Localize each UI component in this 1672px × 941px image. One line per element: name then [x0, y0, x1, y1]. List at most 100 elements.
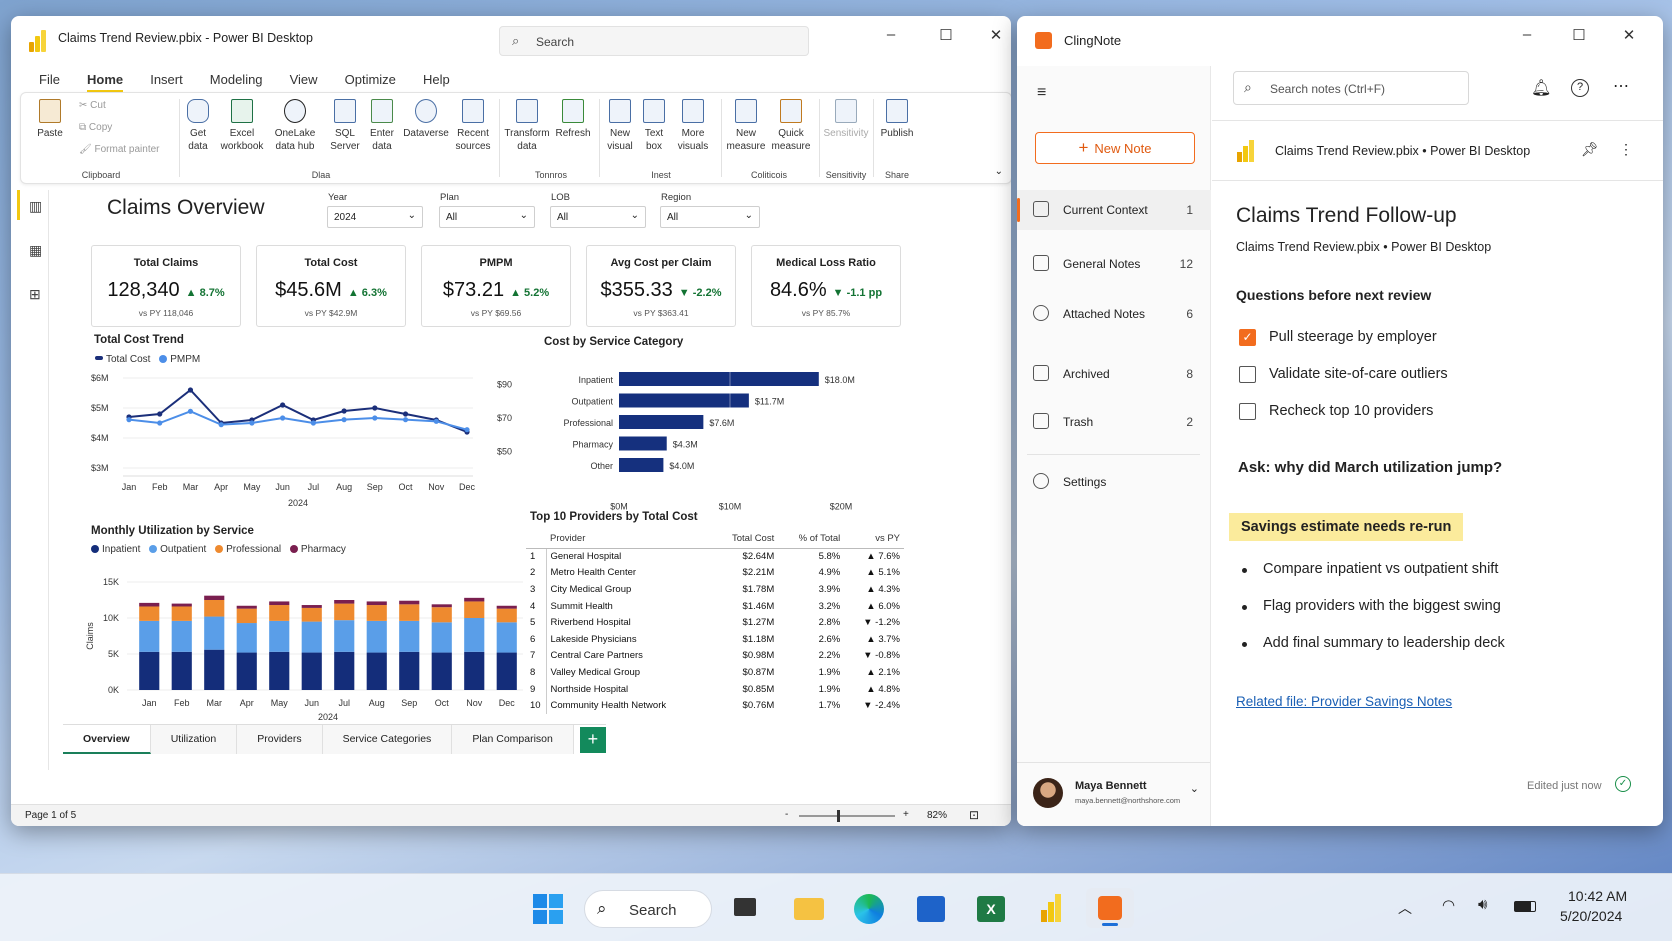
page-tab-plan-comparison[interactable]: Plan Comparison [452, 725, 574, 754]
related-file-link[interactable]: Related file: Provider Savings Notes [1236, 694, 1452, 709]
kpi-card-pmpm[interactable]: PMPM $73.21 ▲ 5.2% vs PY $69.56 [421, 245, 571, 327]
page-tab-overview[interactable]: Overview [63, 725, 151, 754]
start-button[interactable] [528, 888, 568, 928]
kpi-card-total-cost[interactable]: Total Cost $45.6M ▲ 6.3% vs PY $42.9M [256, 245, 406, 327]
file-explorer-icon[interactable] [788, 888, 828, 928]
table-row[interactable]: 4 Summit Health $1.46M 3.2% ▲ 6.0% [526, 597, 904, 615]
help-icon[interactable]: ? [1571, 79, 1589, 97]
format-painter-button[interactable]: 🖌 Format painter [79, 143, 160, 156]
nav-current-context[interactable]: Current Context 1 [1017, 190, 1211, 230]
new-note-button[interactable]: + New Note [1035, 132, 1195, 164]
zoom-slider[interactable] [799, 810, 895, 822]
edge-icon[interactable] [848, 888, 888, 928]
report-view-icon[interactable] [17, 190, 20, 220]
text-box-button[interactable]: Text box [639, 99, 669, 153]
slicer-lob[interactable]: All ⌄ [550, 206, 646, 228]
zoom-in-button[interactable]: + [903, 809, 909, 820]
more-visuals-button[interactable]: More visuals [671, 99, 715, 153]
nav-trash[interactable]: Trash 2 [1017, 402, 1211, 442]
taskbar-search[interactable]: ⌕ Search [584, 890, 712, 928]
tab-view[interactable]: View [290, 72, 318, 87]
tab-file[interactable]: File [39, 72, 60, 87]
transform-data-button[interactable]: Transform data [503, 99, 551, 153]
nav-settings[interactable]: Settings [1017, 462, 1211, 502]
tab-optimize[interactable]: Optimize [345, 72, 396, 87]
refresh-button[interactable]: Refresh [553, 99, 593, 140]
new-visual-button[interactable]: New visual [603, 99, 637, 153]
user-profile[interactable]: Maya Bennett maya.bennett@northshore.com… [1017, 766, 1211, 822]
table-row[interactable]: 8 Valley Medical Group $0.87M 1.9% ▲ 2.1% [526, 664, 904, 681]
page-tab-utilization[interactable]: Utilization [150, 725, 238, 754]
zoom-out-button[interactable]: - [785, 809, 788, 820]
nav-general-notes[interactable]: General Notes 12 [1017, 244, 1211, 284]
minimize-button[interactable]: – [879, 26, 903, 43]
total-cost-trend-chart[interactable]: $3M $4M $5M $6M $50 $70 $90 Jan Feb Mar Apr May Jun J… [87, 368, 527, 508]
table-row[interactable]: 9 Northside Hospital $0.85M 1.9% ▲ 4.8% [526, 680, 904, 698]
table-row[interactable]: 10 Community Health Network $0.76M 1.7% ▼ -2… [526, 697, 904, 714]
cut-button[interactable]: ✂ Cut [79, 99, 106, 112]
recent-sources-button[interactable]: Recent sources [451, 99, 495, 153]
quick-measure-button[interactable]: Quick measure [769, 99, 813, 153]
bell-icon[interactable]: 🔔︎ [1531, 78, 1551, 98]
add-page-button[interactable]: + [579, 727, 606, 753]
note-title[interactable]: Claims Trend Follow-up [1236, 204, 1457, 228]
slicer-plan[interactable]: All ⌄ [439, 206, 535, 228]
tab-insert[interactable]: Insert [150, 72, 183, 87]
kpi-card-total-claims[interactable]: Total Claims 128,340 ▲ 8.7% vs PY 118,046 [91, 245, 241, 327]
kebab-menu-icon[interactable]: ⋮ [1619, 141, 1633, 158]
table-row[interactable]: 7 Central Care Partners $0.98M 2.2% ▼ -0.8% [526, 647, 904, 665]
pin-icon[interactable]: 📌︎ [1581, 141, 1599, 158]
excel-icon[interactable]: X [970, 888, 1010, 928]
tab-help[interactable]: Help [423, 72, 450, 87]
model-view-icon[interactable]: ⊞ [29, 286, 41, 303]
more-options-icon[interactable]: ⋯ [1613, 76, 1629, 96]
fit-to-page-icon[interactable]: ⊡ [969, 808, 979, 822]
checkbox[interactable] [1239, 403, 1256, 420]
search-box[interactable]: ⌕ Search [499, 26, 809, 56]
clock-date[interactable]: 5/20/2024 [1560, 908, 1622, 924]
close-button[interactable]: ✕ [1617, 26, 1641, 44]
collapse-ribbon-icon[interactable]: ⌄ [995, 166, 1003, 177]
maximize-button[interactable]: ☐ [1567, 26, 1591, 44]
tab-home[interactable]: Home [87, 72, 124, 92]
table-view-icon[interactable]: ▦ [29, 242, 42, 259]
new-measure-button[interactable]: New measure [725, 99, 767, 153]
sensitivity-button[interactable]: Sensitivity [823, 99, 869, 140]
table-row[interactable]: 2 Metro Health Center $2.21M 4.9% ▲ 5.1% [526, 564, 904, 582]
powerbi-taskbar-icon[interactable] [1030, 888, 1070, 928]
clock-time[interactable]: 10:42 AM [1568, 888, 1627, 904]
maximize-button[interactable]: ☐ [934, 26, 958, 44]
table-row[interactable]: 1 General Hospital $2.64M 5.8% ▲ 7.6% [526, 548, 904, 565]
sql-server-button[interactable]: SQL Server [327, 99, 363, 153]
checkbox[interactable] [1239, 366, 1256, 383]
copy-button[interactable]: ⧉ Copy [79, 121, 112, 134]
wifi-icon[interactable]: ◠ [1442, 896, 1455, 914]
tab-modeling[interactable]: Modeling [210, 72, 263, 87]
battery-icon[interactable] [1514, 901, 1536, 912]
notes-search[interactable]: ⌕ Search notes (Ctrl+F) [1233, 71, 1469, 105]
excel-button[interactable]: Excel workbook [219, 99, 265, 153]
slicer-year[interactable]: 2024 ⌄ [327, 206, 423, 228]
get-data-button[interactable]: Get data [181, 99, 215, 153]
onelake-button[interactable]: OneLake data hub [267, 99, 323, 153]
volume-icon[interactable]: 🔊︎ [1478, 896, 1487, 913]
nav-attached-notes[interactable]: Attached Notes 6 [1017, 294, 1211, 334]
kpi-card-mlr[interactable]: Medical Loss Ratio 84.6% ▼ -1.1 pp vs PY … [751, 245, 901, 327]
zoom-slider-thumb[interactable] [837, 810, 840, 822]
chevron-up-icon[interactable]: ︿ [1398, 898, 1412, 918]
enter-data-button[interactable]: Enter data [365, 99, 399, 153]
store-icon[interactable] [910, 888, 950, 928]
cost-by-service-chart[interactable]: Inpatient $18.0M Outpatient $11.7M Professio… [541, 352, 921, 512]
nav-archived[interactable]: Archived 8 [1017, 354, 1211, 394]
dataverse-button[interactable]: Dataverse [403, 99, 449, 140]
page-tab-service-categories[interactable]: Service Categories [322, 725, 453, 754]
slicer-region[interactable]: All ⌄ [660, 206, 760, 228]
kpi-card-avg-cost[interactable]: Avg Cost per Claim $355.33 ▼ -2.2% vs PY … [586, 245, 736, 327]
table-row[interactable]: 3 City Medical Group $1.78M 3.9% ▲ 4.3% [526, 581, 904, 598]
hamburger-menu-icon[interactable]: ≡ [1037, 84, 1046, 102]
close-button[interactable]: ✕ [984, 26, 1008, 44]
clingnote-taskbar-icon[interactable] [1086, 888, 1134, 928]
table-row[interactable]: 5 Riverbend Hospital $1.27M 2.8% ▼ -1.2% [526, 614, 904, 631]
paste-button[interactable]: Paste [31, 99, 69, 140]
monthly-utilization-chart[interactable]: 0K 5K 10K 15K Claims Jan Feb Mar Apr May Jun Jul Aug… [73, 560, 523, 730]
